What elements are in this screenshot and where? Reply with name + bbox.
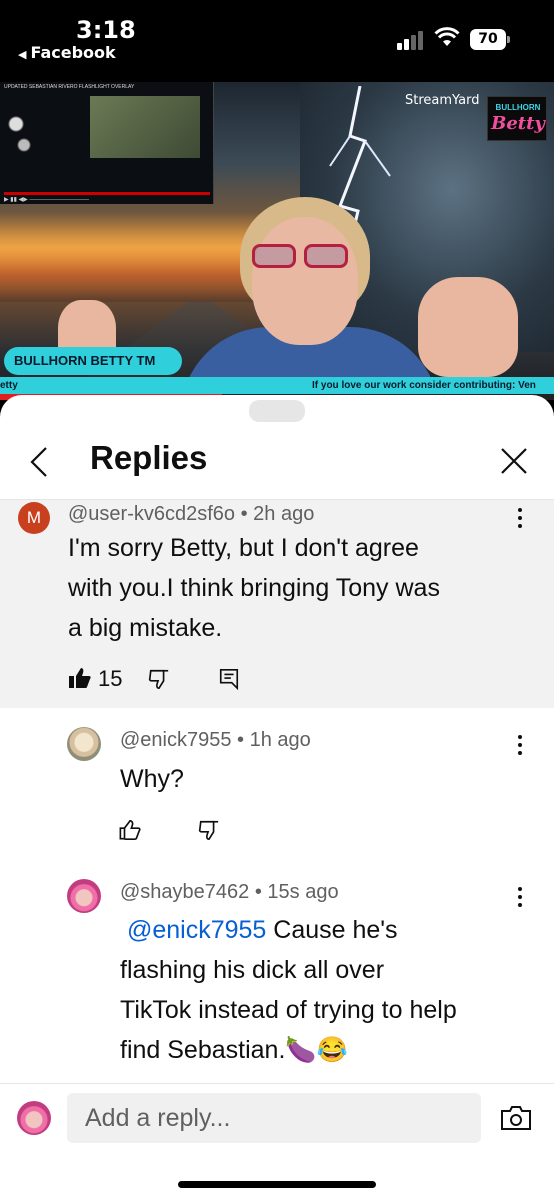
thumb-down-icon[interactable] xyxy=(148,668,170,690)
reply-meta: @shaybe7462 • 15s ago xyxy=(120,881,339,904)
meta-separator: • xyxy=(240,503,254,525)
more-vert-icon[interactable] xyxy=(510,733,530,757)
battery-nub xyxy=(507,36,510,43)
reply-text: Why? xyxy=(120,765,184,793)
battery-icon: 70 xyxy=(470,29,506,50)
thumb-down-icon[interactable] xyxy=(198,819,220,841)
sheet-header: Replies xyxy=(0,425,554,495)
comment-text: I'm sorry Betty, but I don't agree with … xyxy=(68,528,538,648)
back-app-label: Facebook xyxy=(30,43,116,62)
more-vert-icon[interactable] xyxy=(510,885,530,909)
comment-text-line: I'm sorry Betty, but I don't agree xyxy=(68,534,419,562)
comment-text-line: with you.I think bringing Tony was xyxy=(68,574,440,602)
mention-link[interactable]: @enick7955 xyxy=(127,916,266,944)
reply-input[interactable]: Add a reply... xyxy=(67,1093,481,1143)
reply-time: 1h ago xyxy=(249,729,311,751)
overlay-title: UPDATED SEBASTIAN RIVERO FLASHLIGHT OVER… xyxy=(4,84,135,90)
reply-text-line: @enick7955 Cause he's xyxy=(120,910,540,950)
reply-text-fragment: Cause he's xyxy=(266,916,398,944)
reply-author[interactable]: @enick7955 xyxy=(120,729,231,751)
ticker-right-text: If you love our work consider contributi… xyxy=(312,380,536,391)
presenter-right-hand xyxy=(418,277,518,377)
avatar[interactable]: M xyxy=(18,502,50,534)
video-player[interactable]: UPDATED SEBASTIAN RIVERO FLASHLIGHT OVER… xyxy=(0,82,554,400)
status-bar: 3:18 ◀ Facebook 70 xyxy=(0,0,554,82)
comment-author[interactable]: @user-kv6cd2sf6o xyxy=(68,503,235,525)
comment-text-line: a big mistake. xyxy=(68,614,223,642)
home-indicator xyxy=(178,1181,376,1188)
comment-actions: 15 xyxy=(68,664,268,694)
presenter-face xyxy=(252,217,358,345)
presenter-name-tag: BULLHORN BETTY TM xyxy=(4,347,182,375)
more-vert-icon[interactable] xyxy=(510,506,530,530)
reply-text: @enick7955 Cause he's flashing his dick … xyxy=(120,910,540,1070)
signal-icon xyxy=(397,30,427,50)
meta-separator: • xyxy=(237,729,250,751)
brand-logo-bottom: Betty xyxy=(491,113,545,134)
overlay-video-inset: UPDATED SEBASTIAN RIVERO FLASHLIGHT OVER… xyxy=(0,82,214,204)
avatar[interactable] xyxy=(67,727,101,761)
presenter-glasses xyxy=(252,244,350,270)
comment-meta: @user-kv6cd2sf6o • 2h ago xyxy=(68,503,314,526)
close-icon[interactable] xyxy=(498,445,530,477)
thumb-up-icon[interactable] xyxy=(119,819,141,841)
sheet-title: Replies xyxy=(90,439,208,476)
reply-text-line: TikTok instead of trying to help xyxy=(120,996,457,1024)
reply-icon[interactable] xyxy=(218,668,240,690)
footer-divider xyxy=(0,1083,554,1084)
reply-time: 15s ago xyxy=(267,881,339,903)
reply-meta: @enick7955 • 1h ago xyxy=(120,729,311,752)
back-triangle-icon: ◀ xyxy=(18,48,27,61)
reply-text-line: find Sebastian.🍆😂 xyxy=(120,1036,348,1064)
wifi-icon xyxy=(434,27,460,46)
overlay-birds xyxy=(0,96,40,166)
avatar[interactable] xyxy=(67,879,101,913)
camera-icon[interactable] xyxy=(500,1105,532,1131)
brand-logo-top: BULLHORN xyxy=(495,103,541,112)
reply-author[interactable]: @shaybe7462 xyxy=(120,881,249,903)
status-time: 3:18 xyxy=(76,16,136,44)
comment-time: 2h ago xyxy=(253,503,315,525)
sheet-drag-handle[interactable] xyxy=(249,400,305,422)
reply-text-line: flashing his dick all over xyxy=(120,956,385,984)
meta-separator: • xyxy=(254,881,268,903)
parent-comment: M @user-kv6cd2sf6o • 2h ago I'm sorry Be… xyxy=(0,500,554,708)
overlay-map xyxy=(90,96,200,158)
chevron-left-icon[interactable] xyxy=(24,445,54,479)
like-count: 15 xyxy=(98,666,123,691)
streamyard-watermark: StreamYard xyxy=(405,93,480,108)
avatar xyxy=(17,1101,51,1135)
back-to-app-link[interactable]: ◀ Facebook xyxy=(18,43,116,62)
overlay-progress xyxy=(4,192,210,195)
ticker-banner: etty If you love our work consider contr… xyxy=(0,377,554,395)
replies-sheet: Replies M @user-kv6cd2sf6o • 2h ago I'm … xyxy=(0,395,554,1200)
overlay-controls: ▶ ▮▮ ◀▶ ────────────── xyxy=(4,197,89,203)
ticker-left-text: etty xyxy=(0,380,18,391)
thumb-up-icon[interactable] xyxy=(68,666,92,690)
brand-logo: BULLHORN Betty xyxy=(487,96,547,141)
